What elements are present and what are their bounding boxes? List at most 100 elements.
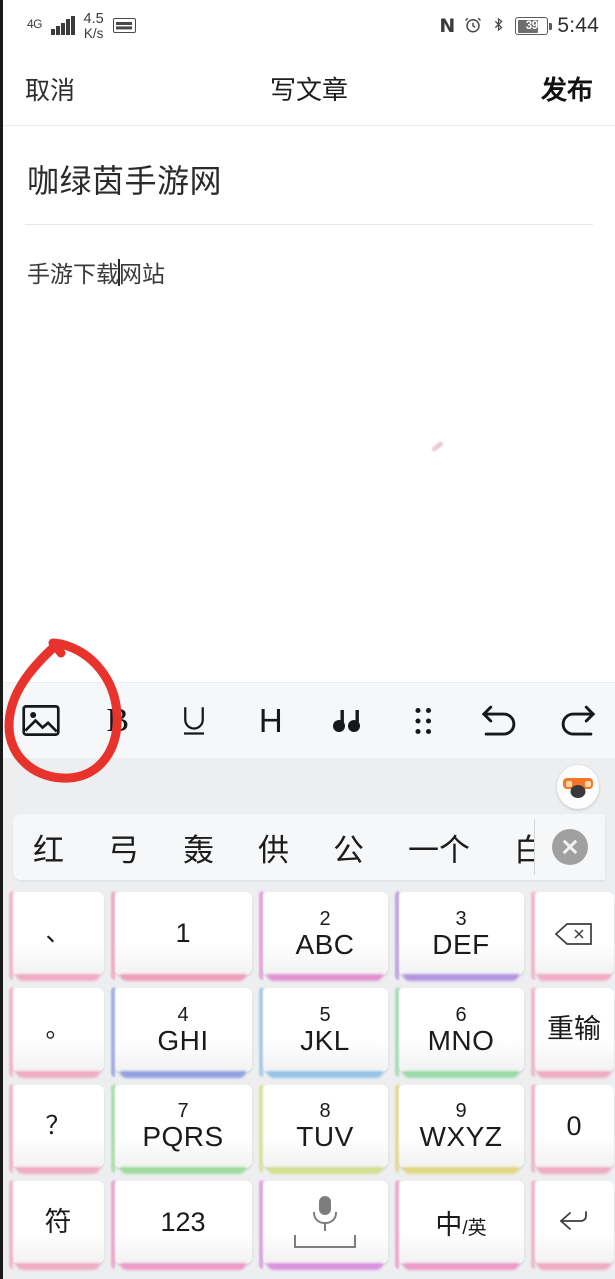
enter-icon	[556, 1206, 592, 1239]
key-0[interactable]: 0	[534, 1084, 614, 1168]
article-editor: 咖绿茵手游网 手游下载 网站	[3, 126, 615, 682]
key-1[interactable]: 1	[114, 892, 252, 976]
candidate-item[interactable]: 公	[333, 825, 364, 870]
close-icon	[552, 829, 588, 865]
key-label: 1	[175, 918, 191, 949]
bluetooth-icon	[491, 15, 506, 37]
backspace-icon	[554, 921, 594, 947]
candidate-list: 红 弓 轰 供 公 一个 白	[13, 825, 534, 870]
key-label: 中/英	[435, 1203, 486, 1242]
key-number: 8	[319, 1100, 331, 1123]
key-label: WXYZ	[419, 1121, 503, 1153]
key-label: 、	[45, 919, 71, 948]
candidate-bar: 红 弓 轰 供 公 一个 白	[13, 814, 605, 880]
publish-button[interactable]: 发布	[541, 70, 593, 107]
key-lang-toggle[interactable]: 中/英	[398, 1180, 524, 1264]
key-number: 4	[177, 1003, 189, 1026]
redo-button[interactable]	[539, 683, 615, 758]
key-reinput[interactable]: 重输	[534, 988, 614, 1072]
bold-button[interactable]: B	[80, 683, 157, 758]
battery-icon: 39	[515, 17, 553, 35]
key-4[interactable]: 4 GHI	[114, 988, 252, 1072]
key-number: 5	[319, 1003, 331, 1026]
battery-percent-label: 39	[525, 20, 539, 32]
keypad: 、 1 2 ABC 3 DEF 。 4 GHI 5 JKL 6 MNO 重输 ？…	[3, 886, 615, 1279]
network-speed-value: 4.5	[83, 10, 104, 27]
heading-label: H	[258, 701, 283, 739]
key-number: 7	[177, 1100, 189, 1123]
key-label: 123	[160, 1206, 206, 1237]
key-space[interactable]	[262, 1180, 388, 1264]
bold-label: B	[106, 701, 130, 739]
heading-button[interactable]: H	[233, 683, 310, 758]
cancel-button[interactable]: 取消	[25, 71, 75, 107]
list-button[interactable]	[386, 683, 463, 758]
candidate-item[interactable]: 白	[514, 825, 534, 870]
key-label: MNO	[427, 1024, 495, 1056]
key-symbols[interactable]: 符	[12, 1180, 104, 1264]
ime-keyboard: 红 弓 轰 供 公 一个 白 、 1 2 ABC 3 DEF 。 4 GHI 5…	[3, 758, 615, 1279]
key-5[interactable]: 5 JKL	[262, 988, 388, 1072]
status-bar-left: 4G 4.5 K/s	[27, 10, 136, 41]
key-3[interactable]: 3 DEF	[398, 892, 524, 976]
key-label: 符	[44, 1206, 72, 1237]
key-6[interactable]: 6 MNO	[398, 988, 524, 1072]
microphone-icon	[294, 1196, 356, 1249]
body-text-after-caret: 网站	[119, 261, 165, 287]
alarm-icon	[464, 16, 482, 37]
nfc-icon: N	[439, 14, 456, 37]
ime-logo-icon[interactable]	[557, 765, 599, 809]
candidate-item[interactable]: 供	[258, 825, 289, 870]
format-toolbar: B H	[3, 682, 615, 758]
key-dun-comma[interactable]: 、	[12, 892, 104, 976]
underline-button[interactable]	[156, 683, 233, 758]
key-label: JKL	[300, 1024, 350, 1056]
status-bar-right: N 39 5:44	[439, 14, 599, 38]
key-number: 6	[455, 1003, 467, 1026]
article-body-input[interactable]: 手游下载 网站	[3, 225, 615, 289]
candidate-item[interactable]: 红	[33, 825, 64, 870]
key-9[interactable]: 9 WXYZ	[398, 1084, 524, 1168]
undo-button[interactable]	[462, 683, 539, 758]
page-title: 写文章	[269, 75, 349, 105]
key-123[interactable]: 123	[114, 1180, 252, 1264]
key-label: ABC	[295, 928, 355, 960]
network-type-label: 4G	[27, 16, 43, 31]
candidate-item[interactable]: 轰	[183, 825, 214, 870]
lang-secondary: /英	[462, 1217, 487, 1239]
key-label: 。	[45, 1015, 71, 1044]
key-label: GHI	[157, 1024, 209, 1056]
key-period[interactable]: 。	[12, 988, 104, 1072]
keyboard-icon	[112, 18, 136, 34]
key-number: 3	[455, 907, 467, 930]
body-text-before-caret: 手游下载	[27, 261, 119, 287]
key-label: ？	[45, 1111, 71, 1140]
network-speed-indicator: 4.5 K/s	[83, 10, 104, 41]
candidate-item[interactable]: 一个	[408, 825, 470, 870]
key-label: DEF	[432, 928, 490, 960]
close-candidates-button[interactable]	[535, 814, 605, 880]
key-label: 重输	[547, 1014, 601, 1045]
key-number: 2	[319, 907, 331, 930]
navigation-bar: 取消 写文章 发布	[3, 52, 615, 126]
key-enter[interactable]	[534, 1180, 614, 1264]
lang-primary: 中	[435, 1209, 463, 1240]
key-2[interactable]: 2 ABC	[262, 892, 388, 976]
network-speed-unit: K/s	[83, 25, 104, 41]
quote-button[interactable]	[309, 683, 386, 758]
insert-image-button[interactable]	[3, 683, 80, 758]
phone-screen: 4G 4.5 K/s N 39 5:44 取消 写文章 发布 咖绿茵手游网 手游…	[0, 0, 615, 1279]
key-number: 9	[455, 1100, 467, 1123]
key-8[interactable]: 8 TUV	[262, 1084, 388, 1168]
key-label: 0	[566, 1110, 582, 1141]
key-backspace[interactable]	[534, 892, 614, 976]
key-question-mark[interactable]: ？	[12, 1084, 104, 1168]
key-7[interactable]: 7 PQRS	[114, 1084, 252, 1168]
key-label: TUV	[296, 1121, 354, 1153]
key-label: PQRS	[142, 1121, 224, 1153]
screen-smudge-artifact	[430, 440, 445, 453]
article-title-input[interactable]: 咖绿茵手游网	[3, 126, 615, 224]
candidate-item[interactable]: 弓	[108, 825, 139, 870]
status-bar: 4G 4.5 K/s N 39 5:44	[3, 0, 615, 52]
signal-strength-icon	[51, 16, 75, 36]
